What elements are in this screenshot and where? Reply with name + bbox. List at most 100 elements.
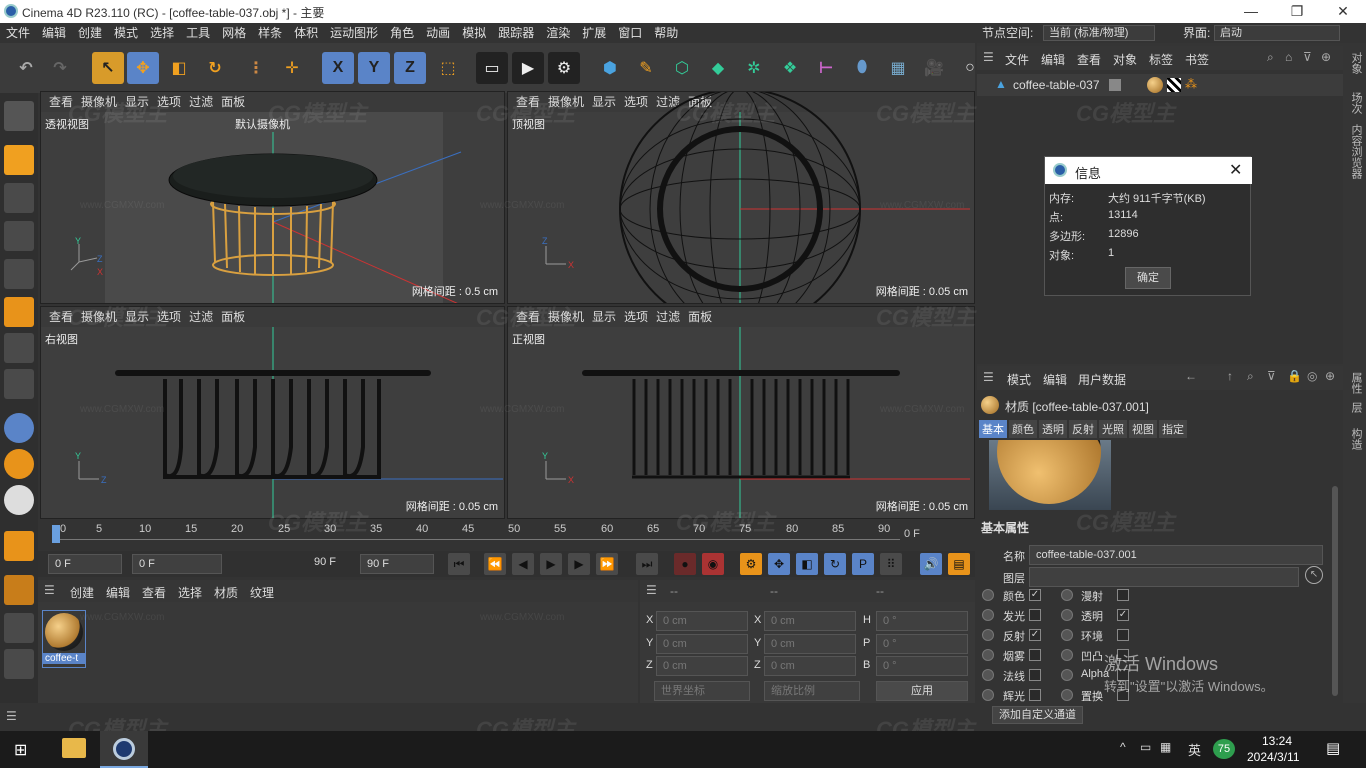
goto-end-icon[interactable]: ⏭ — [636, 553, 658, 575]
key-param-icon[interactable]: P — [852, 553, 874, 575]
cinema4d-taskbar-button[interactable] — [100, 731, 148, 768]
deformer-icon[interactable]: ⊢ — [810, 52, 842, 84]
world-coordinates-select[interactable]: 世界坐标 — [654, 681, 750, 701]
size-x-field[interactable]: 0 cm — [764, 611, 856, 631]
tab-illumination[interactable]: 光照 — [1099, 420, 1127, 438]
tab-assign[interactable]: 指定 — [1159, 420, 1187, 438]
tab-reflectance[interactable]: 反射 — [1069, 420, 1097, 438]
hamburger-icon[interactable]: ☰ — [646, 583, 657, 597]
menu-item[interactable]: 扩展 — [576, 23, 612, 43]
up-arrow-icon[interactable]: ↑ — [1227, 369, 1233, 383]
windows-start-icon[interactable]: ⊞ — [14, 740, 27, 760]
obj-menu-edit[interactable]: 编辑 — [1041, 51, 1065, 68]
interface-select[interactable]: 启动 — [1214, 25, 1340, 41]
next-key-icon[interactable]: ⏩ — [596, 553, 618, 575]
attr-menu-edit[interactable]: 编辑 — [1043, 371, 1067, 388]
playhead[interactable] — [52, 525, 60, 543]
side-tab-structure[interactable]: 构造 — [1344, 428, 1364, 456]
snap-settings-icon[interactable] — [4, 449, 34, 479]
layer-field[interactable] — [1029, 567, 1299, 587]
minimize-button[interactable]: — — [1228, 0, 1274, 23]
channel-radio[interactable] — [982, 689, 994, 701]
key-rotation-icon[interactable]: ↻ — [824, 553, 846, 575]
scale-tool-icon[interactable]: ◧ — [163, 52, 195, 84]
attr-menu-userdata[interactable]: 用户数据 — [1078, 371, 1126, 388]
layer-icon[interactable] — [1109, 79, 1121, 91]
end-frame-field[interactable]: 90 F — [360, 554, 434, 574]
prev-frame-icon[interactable]: ◀ — [512, 553, 534, 575]
recent-tool-icon[interactable]: ⋮ — [240, 52, 272, 84]
lock-icon[interactable]: 🔒 — [1287, 369, 1302, 383]
mograph-icon[interactable]: ❖ — [774, 52, 806, 84]
render-settings-icon[interactable]: ⚙ — [548, 52, 580, 84]
film-icon[interactable]: ▤ — [948, 553, 970, 575]
tab-basic[interactable]: 基本 — [979, 420, 1007, 438]
obj-menu-bookmarks[interactable]: 书签 — [1185, 51, 1209, 68]
obj-menu-view[interactable]: 查看 — [1077, 51, 1101, 68]
subdivision-icon[interactable]: ⬡ — [666, 52, 698, 84]
model-mode-icon[interactable] — [4, 145, 34, 175]
field-icon[interactable]: ⬮ — [846, 52, 878, 84]
menu-item[interactable]: 运动图形 — [324, 23, 384, 43]
file-explorer-icon[interactable] — [62, 738, 86, 758]
menu-item[interactable]: 网格 — [216, 23, 252, 43]
channel-radio[interactable] — [1061, 629, 1073, 641]
back-arrow-icon[interactable]: ← — [1185, 369, 1197, 383]
record-icon[interactable]: ● — [674, 553, 696, 575]
target-icon[interactable]: ◎ — [1307, 369, 1317, 383]
notification-icon[interactable]: ▤ — [1326, 739, 1340, 757]
side-tab-takes[interactable]: 场次 — [1344, 92, 1364, 122]
mat-menu-material[interactable]: 材质 — [214, 584, 238, 601]
render-picture-viewer-icon[interactable]: ▶ — [512, 52, 544, 84]
make-editable-icon[interactable] — [4, 101, 34, 131]
play-icon[interactable]: ▶ — [540, 553, 562, 575]
layer-pick-icon[interactable]: ↖ — [1305, 566, 1323, 584]
z-axis-lock-button[interactable]: Z — [394, 52, 426, 84]
menu-item[interactable]: 渲染 — [540, 23, 576, 43]
apply-button[interactable]: 应用 — [876, 681, 968, 701]
snap-workplane-icon[interactable] — [4, 485, 34, 515]
rotate-tool-icon[interactable]: ↻ — [199, 52, 231, 84]
next-frame-icon[interactable]: ▶ — [568, 553, 590, 575]
menu-item[interactable]: 模拟 — [456, 23, 492, 43]
points-mode-icon[interactable] — [4, 221, 34, 251]
menu-item[interactable]: 跟踪器 — [492, 23, 540, 43]
channel-checkbox-transparency[interactable]: ✓ — [1117, 609, 1129, 621]
channel-checkbox-normal[interactable] — [1029, 669, 1041, 681]
hamburger-icon[interactable]: ☰ — [44, 583, 55, 597]
home-icon[interactable]: ⌂ — [1285, 50, 1292, 64]
ok-button[interactable]: 确定 — [1125, 267, 1171, 289]
channel-radio[interactable] — [982, 589, 994, 601]
material-tag-icon[interactable] — [1147, 77, 1163, 93]
channel-radio[interactable] — [982, 609, 994, 621]
prev-key-icon[interactable]: ⏪ — [484, 553, 506, 575]
dialog-close-icon[interactable]: ✕ — [1229, 160, 1242, 180]
redo-icon[interactable]: ↷ — [44, 52, 76, 84]
ime-indicator[interactable]: 英 — [1188, 740, 1201, 759]
attr-scrollbar[interactable] — [1332, 486, 1338, 696]
key-position-icon[interactable]: ✥ — [768, 553, 790, 575]
network-icon[interactable]: ▦ — [1160, 740, 1171, 754]
rot-b-field[interactable]: 0 ° — [876, 656, 968, 676]
camera-icon[interactable]: 🎥 — [918, 52, 950, 84]
attr-menu-mode[interactable]: 模式 — [1007, 371, 1031, 388]
channel-radio[interactable] — [1061, 609, 1073, 621]
rot-h-field[interactable]: 0 ° — [876, 611, 968, 631]
side-tab-content-browser[interactable]: 内容浏览器 — [1344, 124, 1364, 184]
channel-checkbox-color[interactable]: ✓ — [1029, 589, 1041, 601]
filter-icon[interactable]: ⊽ — [1267, 369, 1276, 383]
snap-icon[interactable] — [4, 413, 34, 443]
lock-workplane-icon[interactable] — [4, 613, 34, 643]
hamburger-icon[interactable]: ☰ — [983, 50, 994, 64]
obj-menu-object[interactable]: 对象 — [1113, 51, 1137, 68]
channel-radio[interactable] — [1061, 589, 1073, 601]
add-custom-channel-button[interactable]: 添加自定义通道 — [992, 706, 1083, 724]
channel-checkbox-luminance[interactable] — [1029, 609, 1041, 621]
timeline-ruler[interactable]: 0 5 10 15 20 25 30 35 40 45 50 55 60 65 … — [38, 519, 975, 551]
mat-menu-select[interactable]: 选择 — [178, 584, 202, 601]
pos-x-field[interactable]: 0 cm — [656, 611, 748, 631]
channel-radio[interactable] — [982, 649, 994, 661]
channel-radio[interactable] — [982, 669, 994, 681]
mat-menu-edit[interactable]: 编辑 — [106, 584, 130, 601]
security-badge[interactable]: 75 — [1213, 739, 1235, 759]
